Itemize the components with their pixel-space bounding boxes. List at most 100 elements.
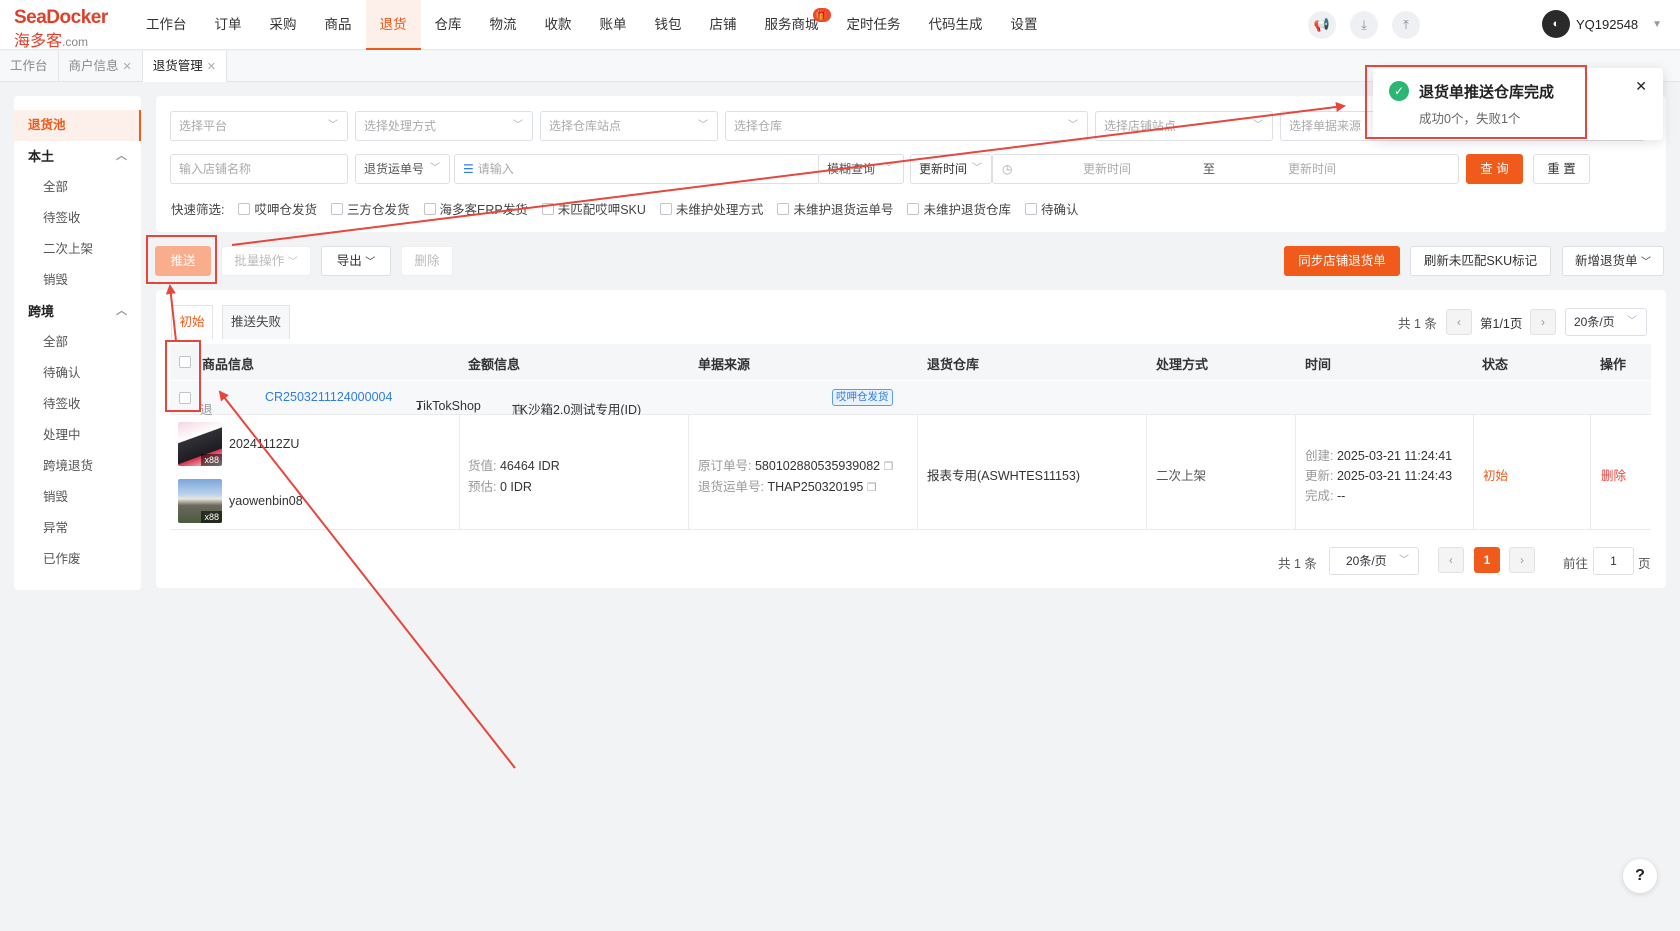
page-tab-merchant-info[interactable]: 商户信息 ✕: [59, 51, 143, 82]
product-thumbnail[interactable]: x88: [178, 479, 222, 523]
close-icon[interactable]: ✕: [123, 61, 132, 73]
service-mall-badge: 🎁: [812, 8, 831, 22]
copy-icon[interactable]: ❐: [867, 482, 877, 494]
sidebar-item-cb-pending-confirm[interactable]: 待确认: [14, 358, 141, 389]
row-checkbox[interactable]: [179, 392, 191, 404]
status-badge: 初始: [1483, 469, 1509, 483]
fuzzy-search-select[interactable]: 模糊查询 ﹀: [818, 154, 904, 184]
add-return-button[interactable]: 新增退货单 ﹀: [1562, 246, 1664, 276]
reset-button[interactable]: 重 置: [1533, 154, 1590, 184]
nav-wallet[interactable]: 钱包: [641, 0, 696, 50]
chevron-down-icon: ﹀: [365, 257, 376, 268]
done-time: --: [1336, 489, 1346, 503]
pager-prev[interactable]: ‹: [1438, 547, 1464, 573]
sync-store-returns-button[interactable]: 同步店铺退货单: [1284, 246, 1400, 276]
quick-filter-label: 快速筛选:: [171, 203, 225, 217]
page-tab-workbench[interactable]: 工作台: [0, 51, 59, 82]
row-delete-link[interactable]: 删除: [1601, 465, 1626, 484]
sidebar-item-local-pending-receipt[interactable]: 待签收: [14, 203, 141, 234]
close-icon[interactable]: ✕: [1635, 78, 1647, 95]
nav-code-gen[interactable]: 代码生成: [915, 0, 997, 50]
status-tab-push-failed[interactable]: 推送失败: [222, 305, 290, 339]
sidebar-item-cb-all[interactable]: 全部: [14, 327, 141, 358]
sidebar-item-cb-processing[interactable]: 处理中: [14, 420, 141, 451]
upload-icon[interactable]: ⤒: [1392, 11, 1420, 39]
goto-label: 前往: [1563, 557, 1589, 571]
nav-payment[interactable]: 收款: [531, 0, 586, 50]
chevron-down-icon: ﹀: [1641, 257, 1651, 268]
sidebar-item-cb-voided[interactable]: 已作废: [14, 544, 141, 575]
select-all-checkbox[interactable]: [179, 356, 191, 368]
quick-filter-option[interactable]: 未维护退货仓库: [907, 199, 1011, 218]
date-range-picker[interactable]: ◷ 更新时间 至 更新时间: [992, 154, 1459, 184]
store-site-select[interactable]: 选择店铺站点 ﹀: [1095, 111, 1273, 141]
sidebar-group-local[interactable]: 本土 ︿: [14, 141, 141, 172]
nav-products[interactable]: 商品: [311, 0, 366, 50]
close-icon[interactable]: ✕: [207, 61, 216, 73]
chevron-down-icon: ▼: [1652, 18, 1663, 30]
process-method-select[interactable]: 选择处理方式 ﹀: [355, 111, 533, 141]
delete-button[interactable]: 删除: [401, 246, 453, 276]
page-tab-return-management[interactable]: 退货管理 ✕: [142, 51, 227, 82]
nav-stores[interactable]: 店铺: [696, 0, 751, 50]
quick-filter-option[interactable]: 未维护退货运单号: [777, 199, 893, 218]
status-tab-initial[interactable]: 初始: [171, 305, 213, 339]
logo[interactable]: SeaDocker 海多客.com: [14, 7, 124, 51]
nav-orders[interactable]: 订单: [201, 0, 256, 50]
return-order-link[interactable]: CR2503211124000004: [265, 390, 392, 404]
goto-page-input[interactable]: 1: [1593, 547, 1634, 575]
product-thumbnail[interactable]: x88: [178, 422, 222, 466]
sidebar-item-cb-exception[interactable]: 异常: [14, 513, 141, 544]
time-type-select[interactable]: 更新时间 ﹀: [910, 154, 992, 184]
download-icon[interactable]: ⤓: [1350, 11, 1378, 39]
nav-purchase[interactable]: 采购: [256, 0, 311, 50]
pager-top-size-select[interactable]: 20条/页 ﹀: [1565, 308, 1647, 336]
updated-time: 2025-03-21 11:24:43: [1336, 469, 1453, 483]
query-button[interactable]: 查 询: [1466, 154, 1523, 184]
platform-select[interactable]: 选择平台 ﹀: [170, 111, 348, 141]
quick-filter-option[interactable]: 待确认: [1024, 199, 1078, 218]
sidebar-item-cb-cross-return[interactable]: 跨境退货: [14, 451, 141, 482]
help-button[interactable]: ?: [1623, 859, 1657, 893]
tracking-type-select[interactable]: 退货运单号 ﹀: [355, 154, 450, 184]
announcement-icon[interactable]: 📢: [1308, 11, 1336, 39]
nav-logistics[interactable]: 物流: [476, 0, 531, 50]
nav-bills[interactable]: 账单: [586, 0, 641, 50]
user-menu[interactable]: ◐ YQ192548 ▼: [1542, 10, 1662, 38]
quick-filter-option[interactable]: 未匹配哎呷SKU: [541, 199, 646, 218]
pager-page-1[interactable]: 1: [1474, 547, 1500, 573]
nav-service-mall[interactable]: 服务商城 🎁: [751, 0, 833, 50]
pager-top-next[interactable]: ›: [1530, 309, 1556, 335]
push-button[interactable]: 推送: [155, 246, 211, 276]
sidebar-item-local-relisting[interactable]: 二次上架: [14, 234, 141, 265]
nav-returns[interactable]: 退货: [365, 0, 421, 50]
nav-workbench[interactable]: 工作台: [132, 0, 201, 50]
quick-filter-option[interactable]: 三方仓发货: [331, 199, 410, 218]
search-input[interactable]: ☰ 请输入: [454, 154, 820, 184]
quick-filter-option[interactable]: 海多客ERP发货: [423, 199, 528, 218]
store-name-input[interactable]: 输入店铺名称: [170, 154, 348, 184]
quick-filter-option[interactable]: 哎呷仓发货: [238, 199, 317, 218]
nav-settings[interactable]: 设置: [997, 0, 1052, 50]
nav-warehouse[interactable]: 仓库: [421, 0, 476, 50]
copy-icon[interactable]: ❐: [884, 461, 894, 473]
chevron-down-icon: ﹀: [287, 257, 298, 268]
nav-scheduled-tasks[interactable]: 定时任务: [833, 0, 915, 50]
header-time: 时间: [1305, 357, 1332, 372]
sidebar-item-local-destroy[interactable]: 销毁: [14, 265, 141, 296]
refresh-sku-button[interactable]: 刷新未匹配SKU标记: [1410, 246, 1551, 276]
pager-top-prev[interactable]: ‹: [1446, 309, 1472, 335]
main-nav: 工作台 订单 采购 商品 退货 仓库 物流 收款 账单 钱包 店铺 服务商城 🎁 …: [132, 0, 1052, 50]
sidebar-item-local-all[interactable]: 全部: [14, 172, 141, 203]
batch-operation-button[interactable]: 批量操作 ﹀: [221, 246, 311, 276]
warehouse-site-select[interactable]: 选择仓库站点 ﹀: [540, 111, 718, 141]
pager-size-select[interactable]: 20条/页 ﹀: [1329, 547, 1419, 575]
sidebar-item-cb-pending-receipt[interactable]: 待签收: [14, 389, 141, 420]
sidebar-group-cross-border[interactable]: 跨境 ︿: [14, 296, 141, 327]
quick-filter-option[interactable]: 未维护处理方式: [659, 199, 763, 218]
warehouse-select[interactable]: 选择仓库 ﹀: [725, 111, 1088, 141]
pager-next[interactable]: ›: [1509, 547, 1535, 573]
sidebar-item-return-pool[interactable]: 退货池: [14, 110, 141, 141]
export-button[interactable]: 导出 ﹀: [321, 246, 391, 276]
sidebar-item-cb-destroy[interactable]: 销毁: [14, 482, 141, 513]
